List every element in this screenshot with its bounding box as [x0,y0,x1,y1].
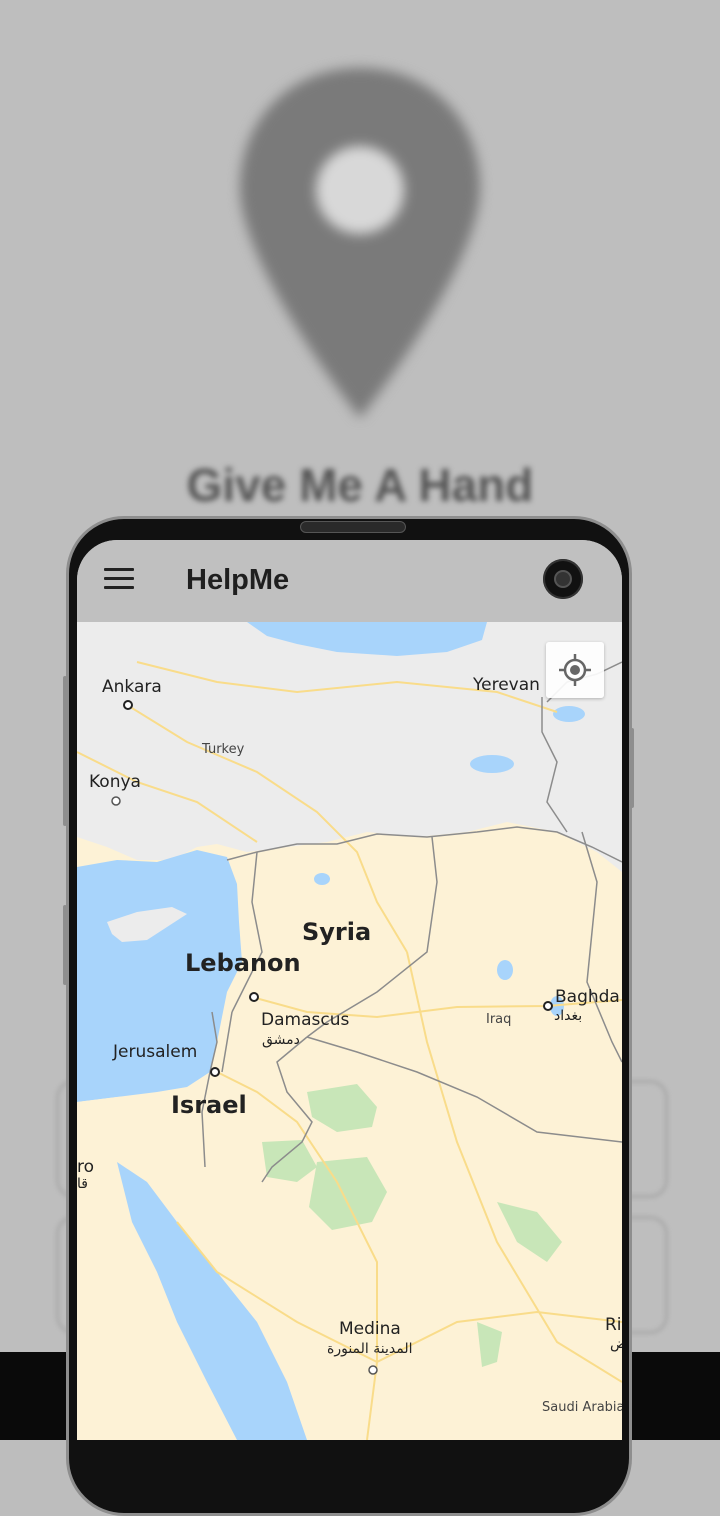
my-location-button[interactable] [546,642,604,698]
map-label-turkey: Turkey [202,742,245,757]
location-pin-icon [240,68,480,418]
app-bar: HelpMe [77,540,622,622]
map-label-saudi-arabia: Saudi Arabia [542,1400,622,1415]
phone-button [63,676,67,826]
map-label-israel: Israel [171,1091,247,1119]
map-label-riyadh: Riy [605,1315,622,1335]
map-label-cairo: ro [77,1157,95,1177]
map-label-ankara: Ankara [102,677,162,697]
my-location-icon [559,654,591,686]
phone-screen: HelpMe Ankara Yerevan Turkey Konya Syria… [77,540,622,1440]
map-label-iraq: Iraq [486,1012,512,1027]
map-label-jerusalem: Jerusalem [113,1042,198,1062]
map-label-konya: Konya [89,772,141,792]
map-label-medina: Medina [339,1319,401,1339]
map-label-riyadh-ar: ض [610,1336,622,1352]
map-label-damascus-ar: دمشق [262,1032,300,1048]
map-label-damascus: Damascus [261,1010,350,1030]
map-label-baghdad: Baghda [555,987,620,1007]
phone-button [630,728,634,808]
menu-icon[interactable] [104,568,134,592]
map-label-baghdad-ar: بغداد [554,1008,583,1024]
map-label-medina-ar: المدينة المنورة [327,1341,413,1357]
splash-title: Give Me A Hand [186,459,534,511]
map-label-yerevan: Yerevan [473,675,540,695]
phone-button [63,905,67,985]
phone-speaker [300,521,406,533]
map-label-cairo-ar: قا [77,1176,88,1192]
map-label-syria: Syria [302,918,372,946]
map-label-lebanon: Lebanon [185,949,301,977]
app-title: HelpMe [186,564,290,596]
map-canvas[interactable] [77,622,622,1440]
front-camera [543,559,583,599]
map-view[interactable]: Ankara Yerevan Turkey Konya Syria Lebano… [77,622,622,1440]
